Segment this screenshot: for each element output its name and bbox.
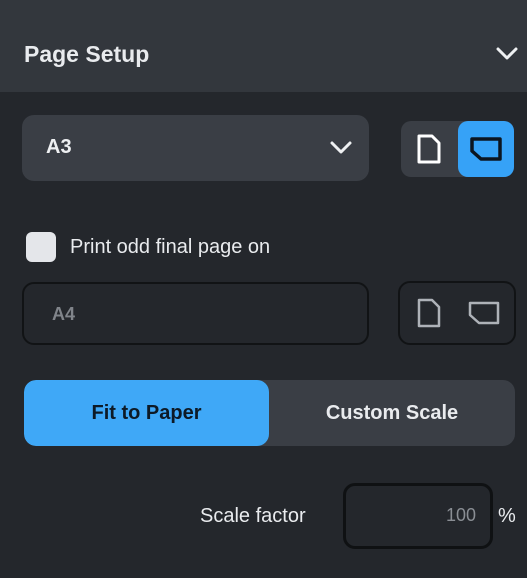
odd-landscape-button[interactable] <box>457 283 513 343</box>
fit-to-paper-option[interactable]: Fit to Paper <box>24 380 269 446</box>
scale-factor-input[interactable]: 100 <box>343 483 493 549</box>
odd-portrait-button[interactable] <box>400 283 456 343</box>
portrait-button[interactable] <box>401 121 457 177</box>
odd-page-paper-value: A4 <box>52 304 76 324</box>
landscape-page-icon <box>470 137 502 161</box>
panel-header[interactable]: Page Setup <box>0 0 527 92</box>
orientation-toggle <box>401 121 514 177</box>
odd-page-label: Print odd final page on <box>70 236 271 258</box>
chevron-down-icon[interactable] <box>495 44 519 64</box>
panel-title: Page Setup <box>24 41 150 67</box>
landscape-button[interactable] <box>458 121 514 177</box>
scaling-mode-control: Fit to Paper Custom Scale <box>24 380 515 446</box>
paper-size-value: A3 <box>46 136 72 158</box>
custom-scale-option[interactable]: Custom Scale <box>269 380 515 446</box>
portrait-page-icon <box>417 298 441 328</box>
chevron-down-icon <box>330 141 352 154</box>
odd-page-orientation-toggle <box>398 281 516 345</box>
odd-page-paper-select[interactable]: A4 <box>22 282 369 345</box>
page-setup-panel: Page Setup A3 Print odd final page on A4 <box>0 0 527 578</box>
scale-factor-label: Scale factor <box>200 505 306 527</box>
paper-size-select[interactable]: A3 <box>22 115 369 181</box>
scale-factor-value: 100 <box>445 505 476 525</box>
portrait-page-icon <box>417 134 441 164</box>
odd-page-checkbox[interactable] <box>26 232 56 262</box>
landscape-page-icon <box>468 301 500 325</box>
scale-factor-unit: % <box>498 505 516 527</box>
